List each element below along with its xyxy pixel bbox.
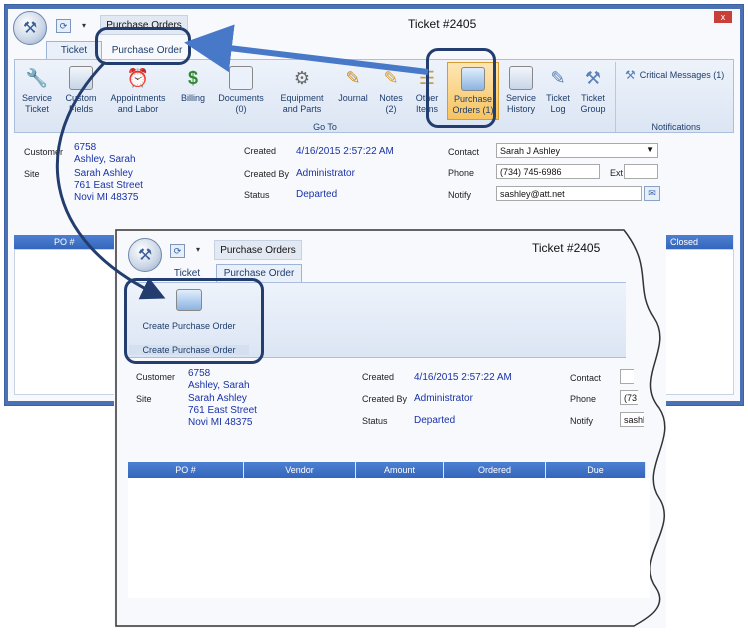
curved-arrow (55, 60, 166, 300)
blue-arrow (184, 24, 429, 75)
annotation-arrows (55, 24, 429, 300)
